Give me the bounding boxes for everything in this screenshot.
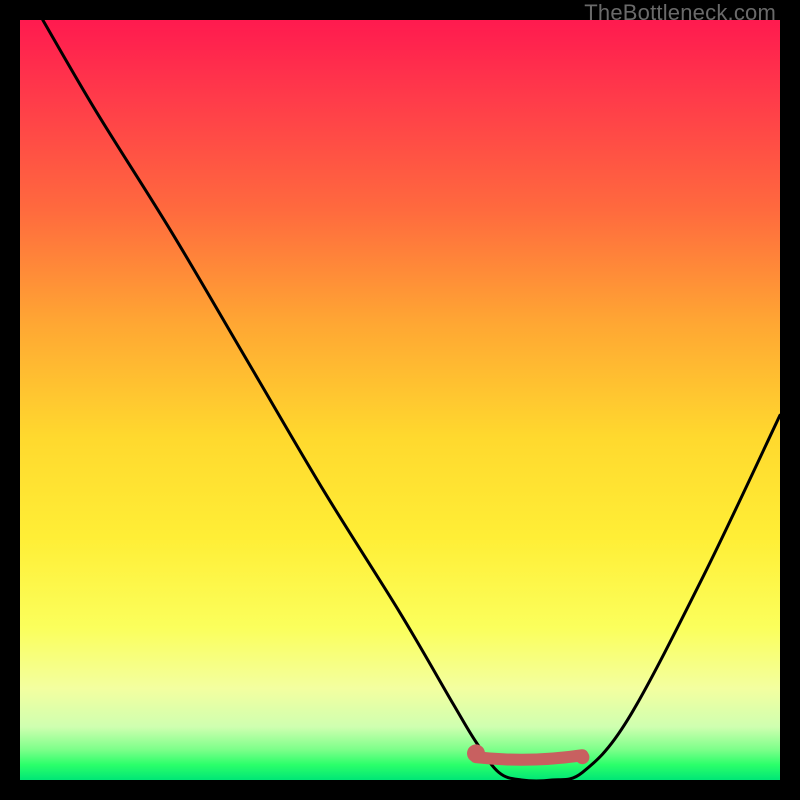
bottleneck-curve [43, 20, 780, 781]
valley-marker-end [575, 750, 589, 764]
valley-highlight [476, 755, 582, 760]
valley-marker-start [467, 744, 485, 762]
bottleneck-curve-svg [20, 20, 780, 780]
